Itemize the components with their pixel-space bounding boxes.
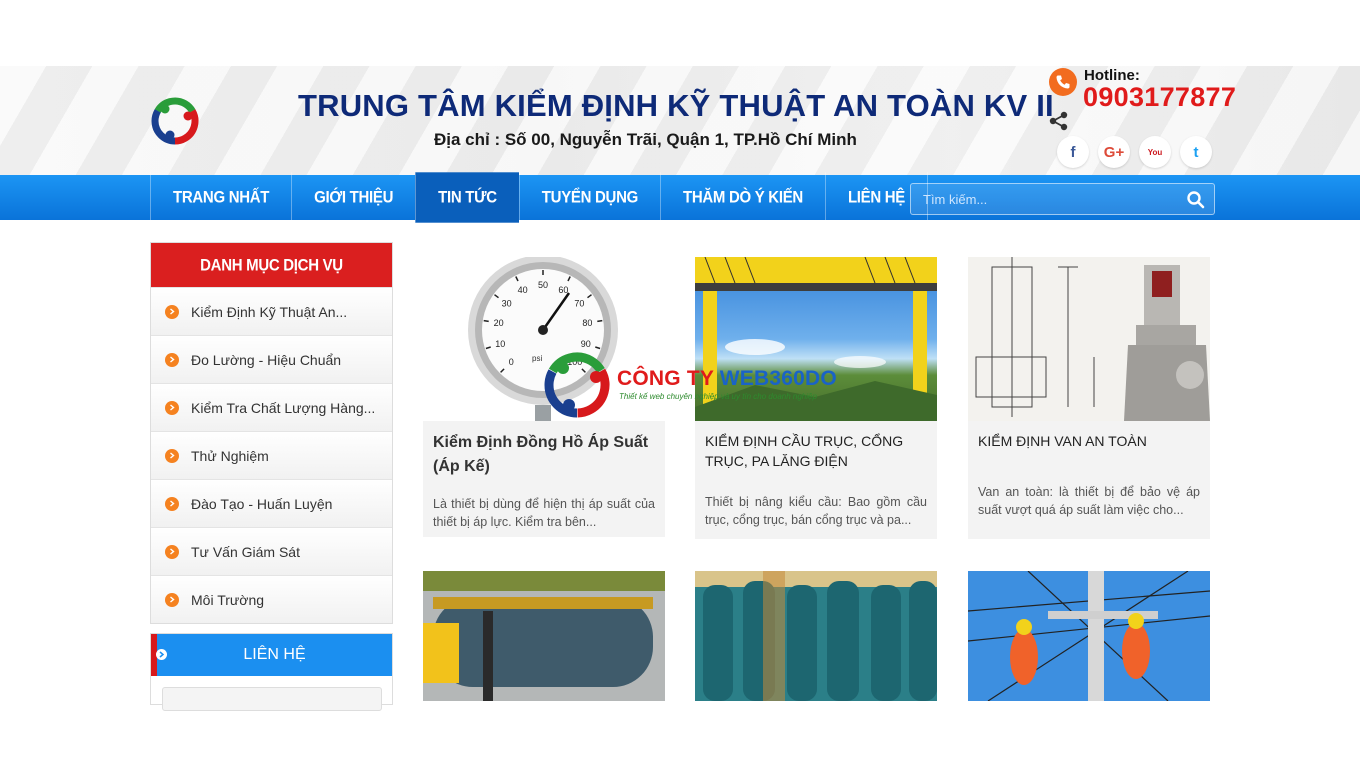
watermark-subtitle: Thiết kế web chuyên nghiệp và uy tín cho…: [619, 392, 817, 401]
category-item[interactable]: Đo Lường - Hiệu Chuẩn: [151, 335, 392, 383]
category-label: Thử Nghiệm: [191, 447, 269, 464]
card-description: Thiết bị nâng kiểu cầu: Bao gồm cầu trục…: [705, 495, 927, 527]
twitter-icon[interactable]: t: [1180, 136, 1212, 168]
category-item[interactable]: Tư Vấn Giám Sát: [151, 527, 392, 575]
nav-item[interactable]: THĂM DÒ Ý KIẾN: [659, 172, 825, 223]
news-card[interactable]: KIỂM ĐỊNH VAN AN TOÀN Van an toàn: là th…: [968, 257, 1210, 539]
site-logo[interactable]: [150, 96, 200, 146]
category-item[interactable]: Thử Nghiệm: [151, 431, 392, 479]
google-plus-icon[interactable]: G+: [1098, 136, 1130, 168]
share-icon[interactable]: [1048, 110, 1070, 132]
category-item[interactable]: Kiểm Định Kỹ Thuật An...: [151, 287, 392, 335]
card-image-safety-valve[interactable]: [968, 257, 1210, 421]
gas-cylinders-image: [695, 571, 937, 701]
card-title[interactable]: Kiểm Định Đồng Hồ Áp Suất (Áp Kế): [423, 421, 665, 479]
chevron-right-icon: [165, 352, 179, 367]
card-description: Van an toàn: là thiết bị để bảo vệ áp su…: [978, 485, 1200, 517]
nav-item[interactable]: TUYỂN DỤNG: [518, 172, 660, 223]
contact-title: LIÊN HỆ: [243, 646, 306, 663]
site-title: TRUNG TÂM KIỂM ĐỊNH KỸ THUẬT AN TOÀN KV …: [298, 88, 1054, 123]
contact-box: LIÊN HỆ: [150, 633, 393, 711]
category-label: Môi Trường: [191, 591, 265, 608]
gauge-tick-label: 20: [494, 318, 504, 328]
chevron-right-icon: [165, 448, 179, 463]
gauge-tick: [597, 319, 603, 323]
card-image-power-line[interactable]: [968, 571, 1210, 701]
service-category-box: DANH MỤC DỊCH VỤ Kiểm Định Kỹ Thuật An..…: [150, 242, 393, 624]
news-card[interactable]: [968, 571, 1210, 701]
card-image-boiler[interactable]: [423, 571, 665, 701]
watermark-title-blue: WEB360DO: [719, 367, 837, 390]
company-watermark: CÔNG TY WEB360DO Thiết kế web chuyên ngh…: [541, 349, 837, 421]
card-title[interactable]: KIỂM ĐỊNH CẦU TRỤC, CỔNG TRỤC, PA LĂNG Đ…: [695, 421, 937, 471]
social-links: f G+ You t: [1057, 136, 1212, 168]
contact-header: LIÊN HỆ: [151, 634, 392, 676]
gauge-tick-label: 50: [538, 280, 548, 290]
card-title[interactable]: KIỂM ĐỊNH VAN AN TOÀN: [968, 421, 1210, 451]
gauge-tick-label: 0: [509, 357, 514, 367]
chevron-right-icon: [156, 649, 167, 660]
category-label: Đo Lường - Hiệu Chuẩn: [191, 351, 342, 368]
search-icon[interactable]: [1186, 190, 1206, 210]
category-item[interactable]: Môi Trường: [151, 575, 392, 623]
chevron-right-icon: [165, 304, 179, 319]
category-header: DANH MỤC DỊCH VỤ: [151, 243, 392, 287]
site-address: Địa chỉ : Số 00, Nguyễn Trãi, Quận 1, TP…: [434, 130, 857, 149]
main-nav: TRANG NHẤT GIỚI THIỆU TIN TỨC TUYỂN DỤNG THĂ…: [0, 172, 1360, 223]
nav-menu: TRANG NHẤT GIỚI THIỆU TIN TỨC TUYỂN DỤNG THĂ…: [150, 172, 929, 223]
hotline-number[interactable]: 0903177877: [1083, 82, 1236, 113]
watermark-logo: [544, 352, 610, 418]
nav-item[interactable]: TRANG NHẤT: [150, 172, 291, 223]
power-line-workers-image: [968, 571, 1210, 701]
watermark-title: CÔNG TY WEB360DO: [617, 367, 837, 391]
chevron-right-icon: [165, 592, 179, 607]
gauge-tick-label: 30: [502, 299, 512, 309]
category-label: Kiểm Định Kỹ Thuật An...: [191, 303, 348, 320]
watermark-title-red: CÔNG TY: [617, 367, 720, 390]
card-description: Là thiết bị dùng để hiện thị áp suất của…: [433, 497, 655, 529]
contact-field[interactable]: [162, 687, 382, 711]
category-label: Tư Vấn Giám Sát: [191, 543, 300, 560]
news-card[interactable]: [423, 571, 665, 701]
gauge-tick-label: 10: [495, 339, 505, 349]
category-item[interactable]: Đào Tạo - Huấn Luyện: [151, 479, 392, 527]
chevron-right-icon: [165, 400, 179, 415]
category-label: Đào Tạo - Huấn Luyện: [191, 495, 333, 512]
news-card[interactable]: [695, 571, 937, 701]
category-title: DANH MỤC DỊCH VỤ: [200, 255, 343, 275]
facebook-icon[interactable]: f: [1057, 136, 1089, 168]
gauge-tick-label: 90: [581, 339, 591, 349]
gauge-tick: [483, 319, 489, 323]
card-image-gas-cylinders[interactable]: [695, 571, 937, 701]
chevron-right-icon: [165, 544, 179, 559]
gauge-tick-label: 60: [558, 285, 568, 295]
phone-icon: [1049, 68, 1077, 96]
gauge-tick-label: 70: [574, 299, 584, 309]
category-label: Kiểm Tra Chất Lượng Hàng...: [191, 399, 376, 416]
youtube-icon[interactable]: You: [1139, 136, 1171, 168]
category-list: Kiểm Định Kỹ Thuật An... Đo Lường - Hiệu …: [151, 287, 392, 623]
search-box: [910, 183, 1215, 215]
gauge-tick-label: 40: [518, 285, 528, 295]
site-header: TRUNG TÂM KIỂM ĐỊNH KỸ THUẬT AN TOÀN KV …: [0, 66, 1360, 175]
category-item[interactable]: Kiểm Tra Chất Lượng Hàng...: [151, 383, 392, 431]
gauge-tick-label: 80: [582, 318, 592, 328]
safety-valve-image: [968, 257, 1210, 421]
nav-item[interactable]: TIN TỨC: [415, 172, 519, 223]
search-input[interactable]: [911, 184, 1171, 214]
sidebar: DANH MỤC DỊCH VỤ Kiểm Định Kỹ Thuật An..…: [150, 242, 393, 711]
page: TRUNG TÂM KIỂM ĐỊNH KỸ THUẬT AN TOÀN KV …: [0, 0, 1360, 768]
nav-item[interactable]: GIỚI THIỆU: [291, 172, 415, 223]
chevron-right-icon: [165, 496, 179, 511]
boiler-image: [423, 571, 665, 701]
